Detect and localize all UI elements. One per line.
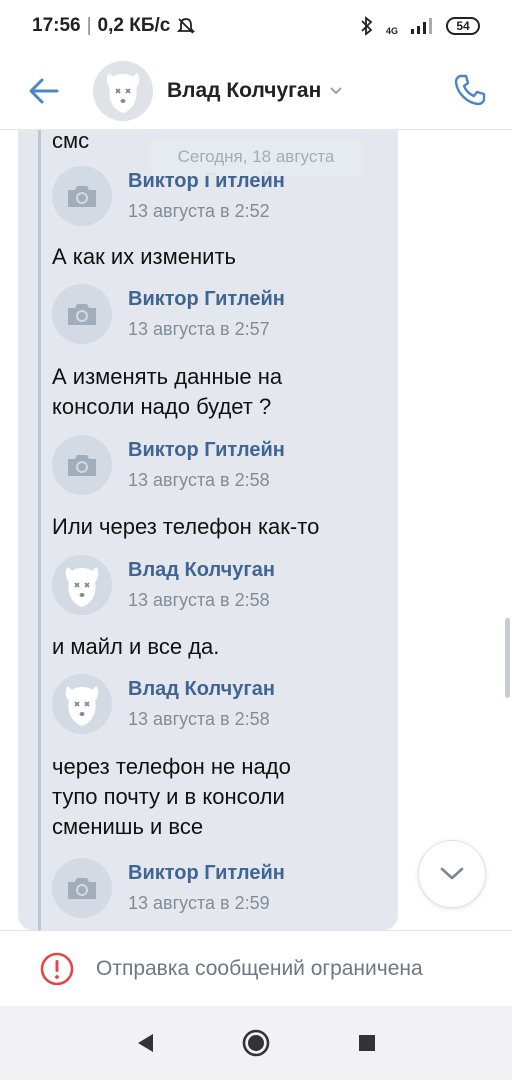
triangle-back-icon [138, 1034, 154, 1052]
sender-name[interactable]: Виктор Гитлейн [128, 860, 285, 886]
forwarded-sender[interactable]: Виктор Гитлейн 13 августа в 2:58 [52, 435, 285, 495]
network-type: 4G [385, 26, 398, 36]
date-divider: Сегодня, 18 августа [150, 138, 362, 176]
message-text: А изменять данные на консоли надо будет … [52, 364, 283, 419]
quote-bar [38, 130, 41, 930]
message-text: через телефон не надо тупо почту и в кон… [52, 754, 291, 839]
sender-time: 13 августа в 2:52 [128, 201, 270, 221]
battery-level: 54 [456, 19, 470, 33]
mute-icon [177, 18, 196, 34]
sender-time: 13 августа в 2:58 [128, 590, 270, 610]
sender-meta: Виктор Гитлейн 13 августа в 2:59 [128, 860, 285, 916]
sender-time: 13 августа в 2:59 [128, 893, 270, 913]
scroll-down-button[interactable] [418, 840, 486, 908]
status-divider: | [86, 15, 92, 36]
camera-icon [68, 455, 96, 476]
sender-avatar[interactable] [52, 435, 112, 495]
status-speed: 0,2 КБ/с [97, 15, 171, 36]
chevron-down-icon [330, 86, 342, 94]
chat-area[interactable]: смс Виктор Гитлейн 13 августа в 2:52 А к… [0, 130, 512, 930]
battery-icon: 54 [446, 17, 480, 35]
arrow-left-icon [29, 78, 59, 103]
camera-icon [68, 186, 96, 207]
status-time: 17:56 [32, 15, 81, 36]
sender-avatar[interactable] [52, 284, 112, 344]
bluetooth-icon [361, 16, 373, 36]
chevron-down-icon [440, 867, 464, 880]
camera-icon [68, 304, 96, 325]
sender-meta: Виктор Гитлейн 13 августа в 2:57 [128, 286, 285, 342]
sender-name[interactable]: Влад Колчуган [128, 557, 275, 583]
sender-meta: Влад Колчуган 13 августа в 2:58 [128, 676, 275, 732]
sender-avatar[interactable] [52, 166, 112, 226]
sender-name[interactable]: Виктор Гитлейн [128, 437, 285, 463]
message-text: А как их изменить [52, 244, 236, 269]
nav-home-button[interactable] [236, 1023, 276, 1063]
restriction-text: Отправка сообщений ограничена [96, 956, 423, 980]
phone-icon [454, 74, 486, 106]
sender-time: 13 августа в 2:58 [128, 709, 270, 729]
message-text: Или через телефон как-то [52, 514, 320, 539]
warning-icon [40, 952, 74, 985]
square-recents-icon [358, 1035, 375, 1051]
signal-icon [411, 18, 432, 34]
nav-back-button[interactable] [125, 1023, 165, 1063]
status-right: 4G 54 [360, 16, 480, 36]
status-left: 17:56 | 0,2 КБ/с [32, 15, 196, 37]
call-button[interactable] [448, 68, 492, 112]
forwarded-sender[interactable]: Виктор Гитлейн 13 августа в 2:59 [52, 858, 285, 918]
chat-title[interactable]: Влад Колчуган [167, 79, 343, 103]
circle-home-icon [242, 1029, 270, 1057]
nav-recents-button[interactable] [347, 1023, 387, 1063]
chat-header: Влад Колчуган [0, 52, 512, 130]
camera-icon [68, 878, 96, 899]
status-bar: 17:56 | 0,2 КБ/с 4G 54 [0, 0, 512, 52]
sender-meta: Влад Колчуган 13 августа в 2:58 [128, 557, 275, 613]
sender-avatar[interactable] [52, 674, 112, 734]
sender-time: 13 августа в 2:57 [128, 319, 270, 339]
sender-time: 13 августа в 2:58 [128, 470, 270, 490]
message-text: и майл и все да. [52, 634, 220, 659]
restriction-notice: Отправка сообщений ограничена [0, 930, 512, 1006]
dog-avatar-icon [93, 60, 153, 121]
back-button[interactable] [22, 69, 66, 113]
dog-avatar-icon [52, 674, 112, 734]
header-avatar[interactable] [93, 60, 153, 121]
dog-avatar-icon [52, 555, 112, 615]
forwarded-sender[interactable]: Влад Колчуган 13 августа в 2:58 [52, 555, 275, 615]
chat-title-text: Влад Колчуган [167, 78, 322, 102]
forwarded-sender[interactable]: Влад Колчуган 13 августа в 2:58 [52, 674, 275, 734]
forwarded-sender[interactable]: Виктор Гитлейн 13 августа в 2:57 [52, 284, 285, 344]
scrollbar[interactable] [505, 618, 510, 698]
sender-name[interactable]: Виктор Гитлейн [128, 286, 285, 312]
sender-meta: Виктор Гитлейн 13 августа в 2:52 [128, 168, 285, 224]
sender-meta: Виктор Гитлейн 13 августа в 2:58 [128, 437, 285, 493]
sender-avatar[interactable] [52, 555, 112, 615]
sender-name[interactable]: Влад Колчуган [128, 676, 275, 702]
sender-avatar[interactable] [52, 858, 112, 918]
system-nav-bar [0, 1006, 512, 1080]
